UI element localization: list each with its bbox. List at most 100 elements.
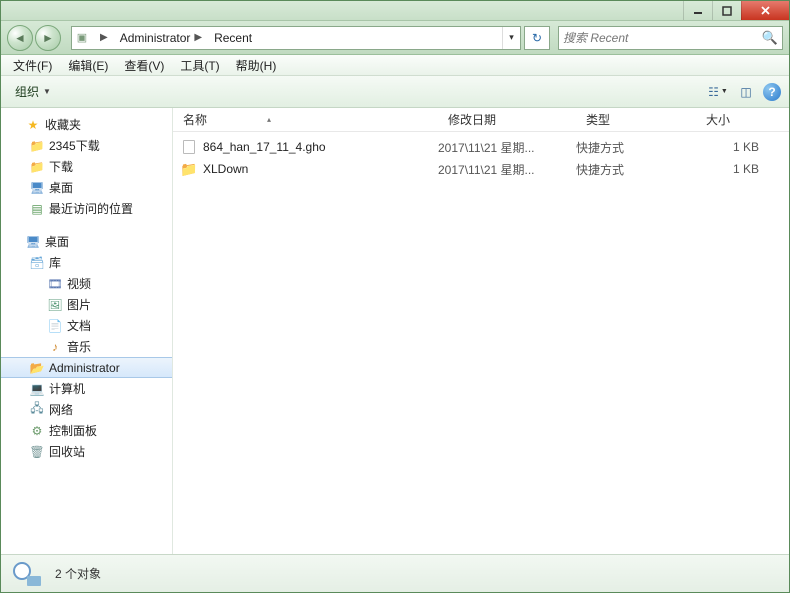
sidebar-item-pictures[interactable]: 🖼图片	[1, 294, 172, 315]
computer-icon: 💻	[29, 381, 45, 397]
file-date: 2017\11\21 星期...	[438, 139, 576, 156]
organize-button[interactable]: 组织 ▼	[9, 80, 57, 103]
sidebar-item-label: 桌面	[49, 179, 73, 196]
back-button[interactable]: ◄	[7, 25, 33, 51]
file-icon	[181, 139, 197, 155]
search-icon: 🔍	[762, 30, 778, 46]
menu-view[interactable]: 查看(V)	[116, 55, 172, 76]
breadcrumb-root[interactable]: ▶	[92, 27, 116, 49]
sidebar-item-documents[interactable]: 📄文档	[1, 315, 172, 336]
status-count: 2 个对象	[55, 565, 101, 582]
file-type: 快捷方式	[576, 161, 696, 178]
music-icon: ♪	[47, 339, 63, 355]
menu-file[interactable]: 文件(F)	[5, 55, 60, 76]
toolbar: 组织 ▼ ☷▼ ◫ ?	[1, 76, 789, 108]
sidebar-item-label: 控制面板	[49, 422, 97, 439]
user-folder-icon: 📂	[29, 360, 45, 376]
column-date[interactable]: 修改日期	[438, 108, 576, 131]
search-box[interactable]: 🔍	[558, 26, 783, 50]
menubar: 文件(F) 编辑(E) 查看(V) 工具(T) 帮助(H)	[1, 55, 789, 76]
list-item[interactable]: 📁 XLDown 2017\11\21 星期... 快捷方式 1 KB	[173, 158, 789, 180]
sidebar-desktop-root[interactable]: 🖥桌面	[1, 231, 172, 252]
sidebar-item-label: 视频	[67, 275, 91, 292]
sidebar-item-cpanel[interactable]: ⚙控制面板	[1, 420, 172, 441]
star-icon: ★	[25, 117, 41, 133]
sidebar-library[interactable]: 🗃库	[1, 252, 172, 273]
sidebar-item-label: 计算机	[49, 380, 85, 397]
file-size: 1 KB	[696, 162, 789, 176]
sidebar-item-label: 回收站	[49, 443, 85, 460]
navbar: ◄ ► ▣ ▶ Administrator▶ Recent ▾ ↻ 🔍	[1, 21, 789, 55]
close-button[interactable]	[741, 1, 789, 20]
sidebar-library-label: 库	[49, 254, 61, 271]
folder-icon: 📁	[29, 159, 45, 175]
organize-label: 组织	[15, 83, 39, 100]
video-icon: 🎞	[47, 276, 63, 292]
library-icon: 🗃	[29, 255, 45, 271]
maximize-button[interactable]	[712, 1, 741, 20]
sidebar-item-recycle[interactable]: 🗑回收站	[1, 441, 172, 462]
titlebar	[1, 1, 789, 21]
menu-edit[interactable]: 编辑(E)	[60, 55, 116, 76]
sidebar-favorites-label: 收藏夹	[45, 116, 81, 133]
address-dropdown[interactable]: ▾	[502, 27, 520, 49]
sidebar-item-recent[interactable]: ▤最近访问的位置	[1, 198, 172, 219]
sidebar-item-label: 网络	[49, 401, 73, 418]
column-size[interactable]: 大小	[696, 108, 789, 131]
sidebar-item-music[interactable]: ♪音乐	[1, 336, 172, 357]
sort-ascending-icon: ▴	[267, 115, 271, 124]
recycle-bin-icon: 🗑	[29, 444, 45, 460]
chevron-down-icon: ▼	[43, 87, 51, 96]
desktop-icon: 🖥	[25, 234, 41, 250]
sidebar-item-2345download[interactable]: 📁2345下载	[1, 135, 172, 156]
sidebar-item-desktop[interactable]: 🖥桌面	[1, 177, 172, 198]
sidebar-item-administrator[interactable]: 📂Administrator	[1, 357, 172, 378]
sidebar-item-computer[interactable]: 💻计算机	[1, 378, 172, 399]
column-type[interactable]: 类型	[576, 108, 696, 131]
minimize-button[interactable]	[683, 1, 712, 20]
sidebar-item-network[interactable]: 🖧网络	[1, 399, 172, 420]
menu-tools[interactable]: 工具(T)	[172, 55, 227, 76]
column-headers: 名称 ▴ 修改日期 类型 大小	[173, 108, 789, 132]
column-name[interactable]: 名称 ▴	[173, 108, 438, 131]
help-button[interactable]: ?	[763, 83, 781, 101]
preview-pane-button[interactable]: ◫	[733, 81, 759, 103]
column-name-label: 名称	[183, 111, 207, 128]
refresh-button[interactable]: ↻	[524, 26, 550, 50]
control-panel-icon: ⚙	[29, 423, 45, 439]
search-input[interactable]	[563, 31, 762, 45]
sidebar-item-label: 下载	[49, 158, 73, 175]
content: 名称 ▴ 修改日期 类型 大小 864_han_17_11_4.gho 2017\…	[173, 108, 789, 554]
list-item[interactable]: 864_han_17_11_4.gho 2017\11\21 星期... 快捷方…	[173, 136, 789, 158]
address-bar[interactable]: ▣ ▶ Administrator▶ Recent ▾	[71, 26, 521, 50]
sidebar-item-label: 文档	[67, 317, 91, 334]
view-mode-button[interactable]: ☷▼	[705, 81, 731, 103]
sidebar-item-label: 音乐	[67, 338, 91, 355]
file-date: 2017\11\21 星期...	[438, 161, 576, 178]
sidebar-desktop-label: 桌面	[45, 233, 69, 250]
statusbar: 2 个对象	[1, 554, 789, 592]
file-name: XLDown	[203, 162, 248, 176]
breadcrumb-seg1[interactable]: Administrator▶	[116, 27, 210, 49]
breadcrumb-seg2[interactable]: Recent	[210, 27, 256, 49]
sidebar-item-downloads[interactable]: 📁下载	[1, 156, 172, 177]
file-type: 快捷方式	[576, 139, 696, 156]
body: ★收藏夹 📁2345下载 📁下载 🖥桌面 ▤最近访问的位置 🖥桌面 🗃库 🎞视频…	[1, 108, 789, 554]
menu-help[interactable]: 帮助(H)	[228, 55, 285, 76]
sidebar-item-label: 2345下载	[49, 137, 100, 154]
folder-icon: 📁	[181, 161, 197, 177]
picture-icon: 🖼	[47, 297, 63, 313]
breadcrumb-seg1-label: Administrator	[120, 31, 191, 45]
sidebar-item-video[interactable]: 🎞视频	[1, 273, 172, 294]
forward-button[interactable]: ►	[35, 25, 61, 51]
preview-pane-icon: ◫	[740, 85, 751, 99]
recent-icon: ▤	[29, 201, 45, 217]
status-icon	[11, 560, 43, 588]
document-icon: 📄	[47, 318, 63, 334]
file-list: 864_han_17_11_4.gho 2017\11\21 星期... 快捷方…	[173, 132, 789, 180]
folder-icon: 📁	[29, 138, 45, 154]
sidebar-item-label: 图片	[67, 296, 91, 313]
address-icon: ▣	[72, 31, 92, 44]
file-size: 1 KB	[696, 140, 789, 154]
sidebar-favorites[interactable]: ★收藏夹	[1, 114, 172, 135]
